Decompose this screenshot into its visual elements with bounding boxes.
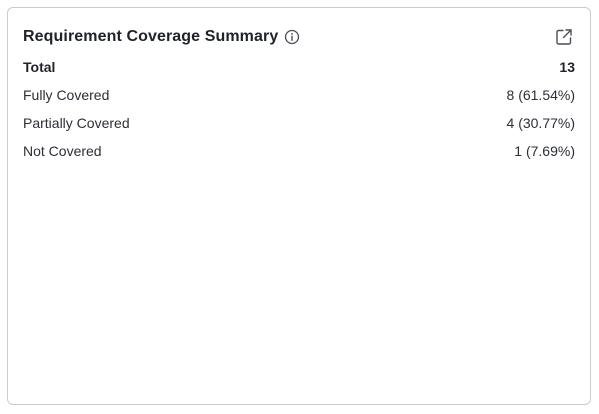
row-value: 1 (7.69%)	[514, 143, 575, 159]
summary-row-not-covered: Not Covered 1 (7.69%)	[23, 137, 575, 165]
row-value: 8 (61.54%)	[506, 87, 575, 103]
card-title: Requirement Coverage Summary	[23, 28, 279, 45]
title-group: Requirement Coverage Summary	[23, 28, 300, 46]
external-link-icon[interactable]	[554, 27, 574, 47]
card-header: Requirement Coverage Summary	[23, 25, 574, 49]
total-label: Total	[23, 59, 56, 75]
summary-list: Total 13 Fully Covered 8 (61.54%) Partia…	[23, 53, 575, 165]
row-value: 4 (30.77%)	[506, 115, 575, 131]
row-label: Partially Covered	[23, 115, 130, 131]
summary-row-fully-covered: Fully Covered 8 (61.54%)	[23, 81, 575, 109]
total-value: 13	[559, 59, 575, 75]
row-label: Not Covered	[23, 143, 102, 159]
info-icon[interactable]	[284, 29, 300, 45]
summary-row-partially-covered: Partially Covered 4 (30.77%)	[23, 109, 575, 137]
row-label: Fully Covered	[23, 87, 110, 103]
summary-row-total: Total 13	[23, 53, 575, 81]
coverage-summary-card: Requirement Coverage Summary Total 13 Fu…	[7, 7, 591, 405]
